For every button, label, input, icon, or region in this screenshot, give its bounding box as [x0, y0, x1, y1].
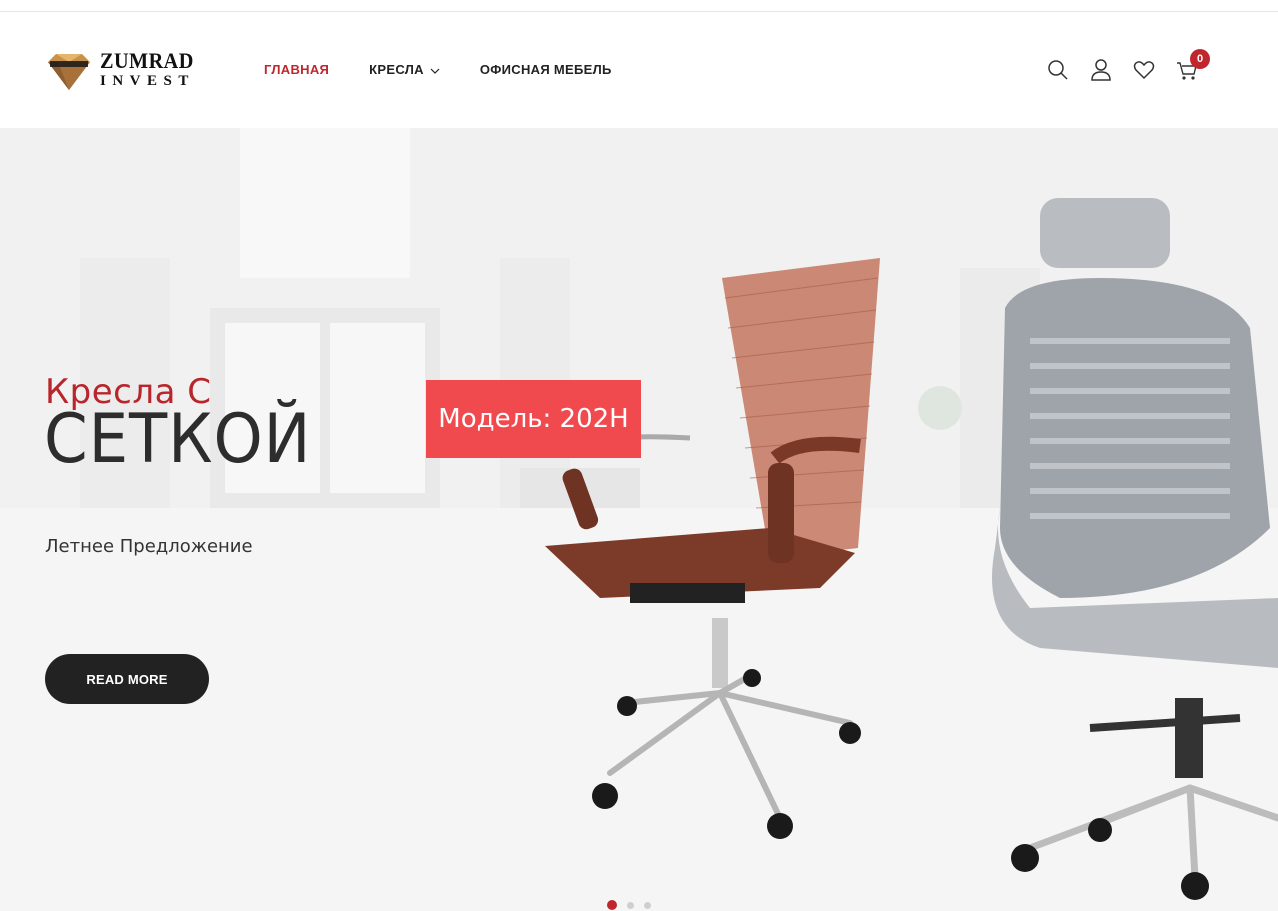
model-tag: Модель: 202H: [426, 380, 641, 458]
hero-title: СЕТКОЙ: [44, 400, 312, 479]
brand-name-line1: ZUMRAD: [100, 48, 194, 73]
nav-item-label: ОФИСНАЯ МЕБЕЛЬ: [479, 62, 612, 77]
slider-pagination: [607, 900, 661, 910]
nav-item-label: ГЛАВНАЯ: [264, 62, 330, 77]
brand-logo[interactable]: ZUMRAD INVEST: [44, 50, 204, 92]
nav-item-label: КРЕСЛА: [369, 62, 424, 77]
site-header: ZUMRAD INVEST ГЛАВНАЯ КРЕСЛА ОФИСНАЯ МЕБ…: [0, 12, 1278, 128]
brand-name-line2: INVEST: [100, 73, 195, 89]
main-nav: ГЛАВНАЯ КРЕСЛА ОФИСНАЯ МЕБЕЛЬ: [264, 62, 652, 77]
search-icon[interactable]: [1046, 58, 1070, 82]
nav-item-office-furniture[interactable]: ОФИСНАЯ МЕБЕЛЬ: [480, 62, 612, 77]
top-strip: [0, 0, 1278, 12]
heart-icon[interactable]: [1132, 58, 1156, 82]
chevron-down-icon: [430, 62, 440, 77]
slider-dot-3[interactable]: [644, 901, 651, 909]
read-more-button[interactable]: READ MORE: [45, 654, 209, 704]
slider-dot-1[interactable]: [607, 900, 617, 910]
hero-background-image: [0, 128, 1278, 911]
cart-icon[interactable]: 0: [1175, 49, 1210, 82]
diamond-logo-icon: [48, 54, 90, 90]
nav-item-home[interactable]: ГЛАВНАЯ: [264, 62, 329, 77]
cart-count-badge: 0: [1190, 49, 1210, 69]
nav-item-chairs[interactable]: КРЕСЛА: [369, 62, 440, 77]
header-actions: 0: [1046, 49, 1218, 82]
hero-offer-text: Летнее Предложение: [45, 536, 253, 557]
user-icon[interactable]: [1089, 58, 1113, 82]
hero-slider: Модель: 202H Кресла С СЕТКОЙ Летнее Пред…: [0, 128, 1278, 911]
slider-dot-2[interactable]: [627, 901, 634, 909]
